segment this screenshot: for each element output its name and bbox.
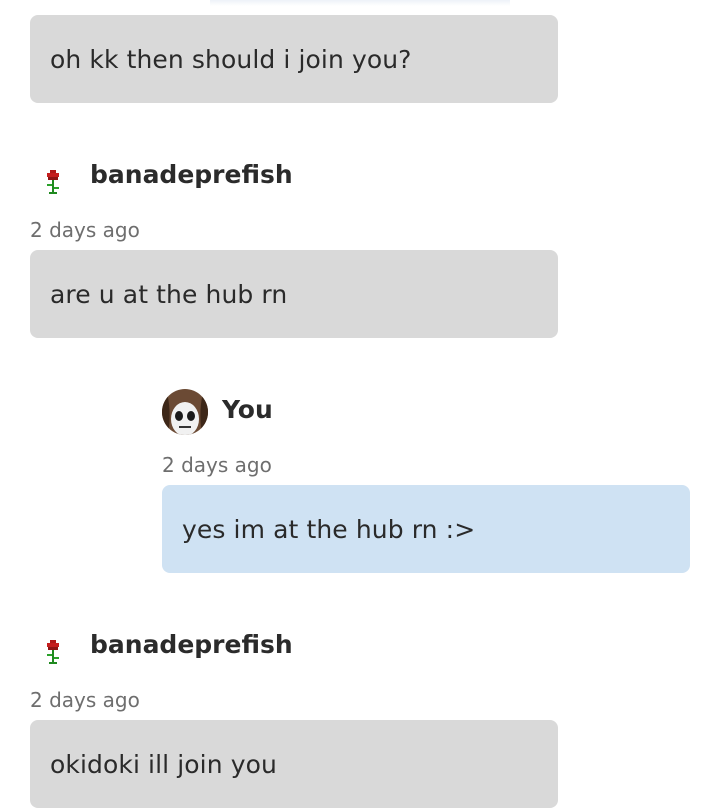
message-text: yes im at the hub rn :> bbox=[182, 514, 476, 544]
rose-icon bbox=[47, 640, 59, 664]
rose-icon bbox=[47, 170, 59, 194]
message-bubble: oh kk then should i join you? bbox=[30, 15, 558, 103]
message-timestamp: 2 days ago bbox=[30, 218, 140, 242]
message-bubble: okidoki ill join you bbox=[30, 720, 558, 808]
message-text: are u at the hub rn bbox=[50, 279, 288, 309]
message-bubble: are u at the hub rn bbox=[30, 250, 558, 338]
message-bubble: yes im at the hub rn :> bbox=[162, 485, 690, 573]
message-timestamp: 2 days ago bbox=[30, 688, 140, 712]
skull-avatar[interactable] bbox=[162, 389, 208, 435]
top-fade bbox=[210, 0, 510, 6]
message-author[interactable]: banadeprefish bbox=[90, 630, 293, 659]
message-text: oh kk then should i join you? bbox=[50, 44, 412, 74]
message-author[interactable]: You bbox=[222, 395, 273, 424]
message-author[interactable]: banadeprefish bbox=[90, 160, 293, 189]
message-timestamp: 2 days ago bbox=[162, 453, 272, 477]
message-text: okidoki ill join you bbox=[50, 749, 277, 779]
